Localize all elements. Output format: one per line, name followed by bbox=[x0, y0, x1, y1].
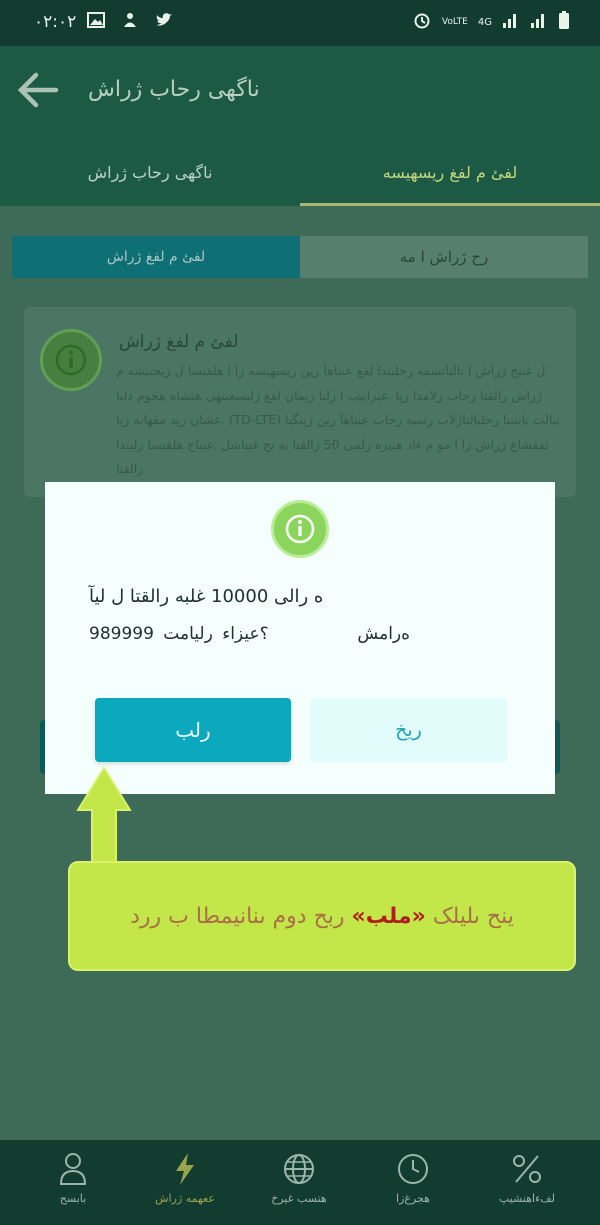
nav-label: هتسب غیرخ bbox=[271, 1192, 327, 1205]
nav-item-offers[interactable]: لفءاهنشیپ bbox=[482, 1152, 572, 1216]
info-card-heading: لفئ م لفغ ژراش bbox=[119, 332, 239, 352]
notification-icons bbox=[86, 10, 174, 35]
guide-arrow-icon bbox=[76, 766, 132, 866]
discount-icon bbox=[482, 1152, 572, 1188]
signal-icon bbox=[502, 11, 520, 34]
network-type-label: 4G bbox=[477, 17, 492, 28]
tab-package-history[interactable]: ناگهی رحاب ژراش bbox=[0, 138, 300, 206]
dialog-message-line2: ه‌رامش ؟عیزاء رلیامت 989999 bbox=[89, 624, 410, 644]
info-icon bbox=[40, 329, 102, 391]
user-icon bbox=[28, 1152, 118, 1188]
status-bar: ۰۲:۰۲ VoLTE 4G bbox=[0, 0, 600, 46]
tutorial-hint: ربح دوم ىنانیمطا ب ررد «ملب» ینح ىلیلک bbox=[68, 861, 576, 971]
dialog-line2-right: ؟عیزاء رلیامت 989999 bbox=[89, 624, 269, 644]
volte-label: VoLTE bbox=[442, 18, 468, 27]
nav-label: لفءاهنشیپ bbox=[498, 1192, 556, 1205]
dialog-line2-left: ه‌رامش bbox=[357, 624, 411, 644]
app-notification-icon bbox=[120, 10, 140, 35]
confirm-yes-button[interactable]: رلب bbox=[95, 698, 291, 762]
back-arrow-icon[interactable] bbox=[16, 68, 60, 112]
alarm-icon bbox=[412, 10, 432, 35]
nav-item-internet-package[interactable]: هتسب غیرخ bbox=[254, 1152, 344, 1216]
page-title: ناگهی رحاب ژراش bbox=[88, 77, 260, 102]
clock-icon bbox=[368, 1152, 458, 1188]
bolt-icon bbox=[140, 1152, 230, 1188]
gallery-icon bbox=[86, 10, 106, 35]
segment-my-charge[interactable]: رح ژراش ا مه bbox=[300, 236, 588, 278]
hint-quoted-button: «ملب» bbox=[351, 903, 426, 929]
nav-label: هجرغ‌زا bbox=[396, 1192, 430, 1205]
nav-item-history[interactable]: هجرغ‌زا bbox=[368, 1152, 458, 1216]
confirm-no-button[interactable]: ریخ bbox=[310, 698, 507, 762]
battery-icon bbox=[558, 10, 570, 35]
tab-label: لفئ م لفغ ریسهیسه bbox=[382, 162, 518, 182]
nav-label: ععهمه ژراش bbox=[155, 1192, 215, 1205]
dialog-message-line1: ه رالی 10000 غلبه رالقتا ل لیآ bbox=[89, 586, 324, 607]
confirm-dialog: ه رالی 10000 غلبه رالقتا ل لیآ ه‌رامش ؟ع… bbox=[45, 482, 555, 794]
signal-icon-2 bbox=[530, 11, 548, 34]
nav-label: بابسح bbox=[59, 1192, 87, 1205]
nav-item-account[interactable]: بابسح bbox=[28, 1152, 118, 1216]
info-icon bbox=[271, 500, 329, 558]
tab-bar: ناگهی رحاب ژراش لفئ م لفغ ریسهیسه bbox=[0, 138, 600, 206]
tab-charge-transfer[interactable]: لفئ م لفغ ریسهیسه bbox=[300, 138, 600, 206]
bottom-navigation: بابسح ععهمه ژراش هتسب غیرخ هجرغ‌زا لفءاه… bbox=[0, 1140, 600, 1225]
globe-icon bbox=[254, 1152, 344, 1188]
tab-label: ناگهی رحاب ژراش bbox=[87, 162, 213, 182]
segment-charge-transfer[interactable]: لفئ م لفغ ژراش bbox=[12, 236, 300, 278]
segment-label: لفئ م لفغ ژراش bbox=[106, 249, 206, 265]
hint-suffix: ینح ىلیلک bbox=[432, 903, 514, 929]
hint-prefix: ربح دوم ىنانیمطا ب ررد bbox=[130, 903, 345, 929]
info-card: لفئ م لفغ ژراش ل غینح ژراش ا نالتاتسمه ر… bbox=[24, 307, 576, 497]
status-time: ۰۲:۰۲ bbox=[34, 12, 77, 32]
system-icons: VoLTE 4G bbox=[412, 10, 570, 35]
nav-item-charge[interactable]: ععهمه ژراش bbox=[140, 1152, 230, 1216]
app-bar: ناگهی رحاب ژراش bbox=[0, 46, 600, 138]
segment-label: رح ژراش ا مه bbox=[399, 248, 489, 266]
volte-text: VoLTE bbox=[441, 17, 468, 27]
info-card-body: ل غینح ژراش ا نالتاتسمه رحلبتدا لفغ عینا… bbox=[116, 363, 560, 476]
twitter-icon bbox=[154, 10, 174, 35]
